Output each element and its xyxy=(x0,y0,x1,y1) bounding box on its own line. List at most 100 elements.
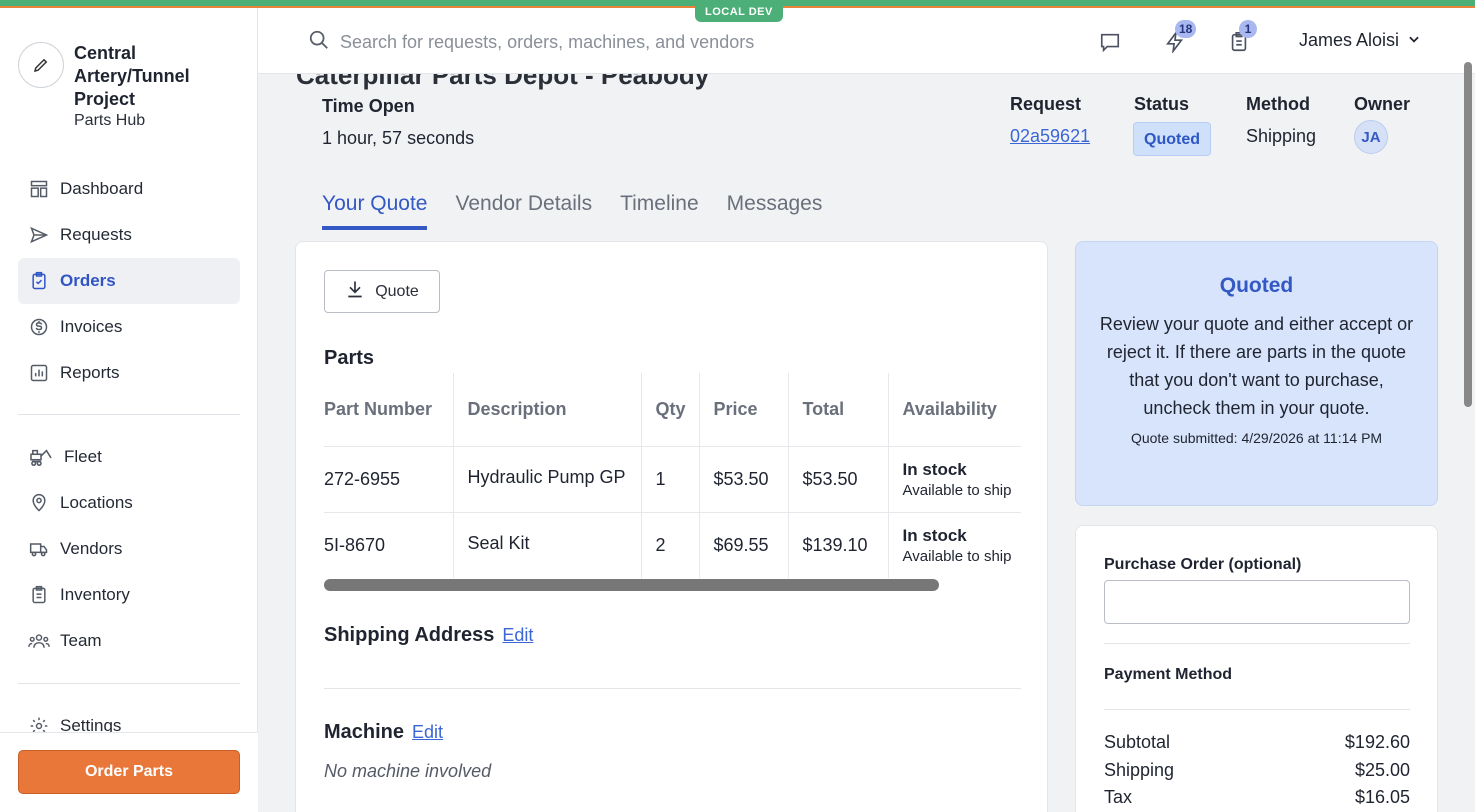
tab-timeline[interactable]: Timeline xyxy=(620,192,699,230)
part-total: $53.50 xyxy=(788,445,889,512)
tasks-icon[interactable]: 1 xyxy=(1227,20,1257,54)
search-bar xyxy=(308,29,1040,56)
method-label: Method xyxy=(1246,94,1310,114)
part-availability: In stock Available to ship xyxy=(888,445,1021,512)
quote-status-card: Quoted Review your quote and either acce… xyxy=(1075,241,1438,506)
team-icon xyxy=(28,630,50,652)
sidebar-item-inventory[interactable]: Inventory xyxy=(18,572,240,618)
search-input[interactable] xyxy=(340,32,1040,53)
time-open-label: Time Open xyxy=(322,96,415,116)
activity-count-badge: 18 xyxy=(1175,20,1197,38)
search-icon xyxy=(308,29,330,56)
edit-machine-link[interactable]: Edit xyxy=(412,722,443,742)
top-header: 18 1 James Aloisi xyxy=(258,8,1475,74)
pin-icon xyxy=(28,492,50,514)
tab-messages[interactable]: Messages xyxy=(727,192,823,230)
parts-title: Parts xyxy=(324,347,375,369)
sidebar-item-locations[interactable]: Locations xyxy=(18,480,240,526)
sidebar-item-dashboard[interactable]: Dashboard xyxy=(18,166,240,212)
tax-row: Tax $16.05 xyxy=(1104,787,1410,808)
owner-avatar[interactable]: JA xyxy=(1354,120,1388,154)
clipboard-check-icon xyxy=(28,270,50,292)
parts-table-wrap: Part Number Description Qty Price Total … xyxy=(324,373,1021,578)
nav-divider xyxy=(18,414,240,415)
sidebar-item-label: Fleet xyxy=(64,447,102,466)
sidebar-item-label: Inventory xyxy=(60,585,130,604)
tab-vendor-details[interactable]: Vendor Details xyxy=(455,192,592,230)
availability-note: Available to ship xyxy=(902,481,1012,499)
method-value: Shipping xyxy=(1246,126,1317,146)
tasks-count-badge: 1 xyxy=(1239,20,1257,38)
sidebar-item-reports[interactable]: Reports xyxy=(18,350,240,396)
part-qty: 2 xyxy=(641,511,700,578)
time-open-value: 1 hour, 57 seconds xyxy=(322,128,475,148)
availability-note: Available to ship xyxy=(902,547,1012,565)
edit-shipping-link[interactable]: Edit xyxy=(502,625,533,645)
part-price: $69.55 xyxy=(699,511,789,578)
shipping-label: Shipping xyxy=(1104,760,1175,780)
download-icon xyxy=(345,279,365,304)
machine-label: Machine xyxy=(324,721,405,743)
payment-method-label: Payment Method xyxy=(1104,666,1233,683)
column-header: Description xyxy=(453,373,642,446)
sidebar-item-team[interactable]: Team xyxy=(18,618,240,664)
status-card-body: Review your quote and either accept or r… xyxy=(1099,314,1414,418)
subtotal-value: $192.60 xyxy=(1344,732,1410,752)
subtotal-row: Subtotal $192.60 xyxy=(1104,732,1410,753)
table-header-row: Part Number Description Qty Price Total … xyxy=(324,373,1021,446)
sidebar-item-orders[interactable]: Orders xyxy=(18,258,240,304)
chevron-down-icon xyxy=(1407,30,1421,51)
user-name: James Aloisi xyxy=(1299,30,1400,50)
request-link[interactable]: 02a59621 xyxy=(1010,126,1090,147)
section-divider xyxy=(1104,709,1410,710)
quote-submitted-text: Quote submitted: 4/29/2026 at 11:14 PM xyxy=(1130,430,1383,446)
tab-your-quote[interactable]: Your Quote xyxy=(322,192,428,230)
sidebar-item-label: Locations xyxy=(60,493,133,512)
no-machine-text: No machine involved xyxy=(324,761,492,781)
user-menu[interactable]: James Aloisi xyxy=(1299,30,1421,51)
clipboard-icon xyxy=(28,584,50,606)
download-quote-button[interactable]: Quote xyxy=(324,270,440,313)
purchase-order-input[interactable] xyxy=(1104,580,1410,624)
primary-nav: Dashboard Requests Orders Invoices Repor… xyxy=(18,166,240,396)
send-icon xyxy=(28,224,50,246)
secondary-nav: Fleet Locations Vendors Inventory Team xyxy=(18,434,240,664)
org-subtitle: Parts Hub xyxy=(74,112,146,129)
part-number: 5I-8670 xyxy=(324,511,454,578)
tax-value: $16.05 xyxy=(1354,787,1410,807)
part-total: $139.10 xyxy=(788,511,889,578)
main-content: Caterpillar Parts Depot - Peabody Time O… xyxy=(258,74,1475,812)
download-quote-label: Quote xyxy=(375,282,419,300)
shipping-row: Shipping $25.00 xyxy=(1104,760,1410,781)
sidebar-item-vendors[interactable]: Vendors xyxy=(18,526,240,572)
tax-label: Tax xyxy=(1104,787,1133,807)
column-header: Availability xyxy=(902,398,997,419)
sidebar-item-invoices[interactable]: Invoices xyxy=(18,304,240,350)
table-horizontal-scrollbar[interactable] xyxy=(324,579,939,591)
messages-icon[interactable] xyxy=(1098,30,1122,54)
truck-icon xyxy=(28,538,50,560)
table-row[interactable]: 5I-8670 Seal Kit 2 $69.55 $139.10 In sto… xyxy=(324,511,1021,578)
order-parts-button[interactable]: Order Parts xyxy=(18,750,240,794)
sidebar-item-label: Invoices xyxy=(60,317,123,336)
sidebar-item-fleet[interactable]: Fleet xyxy=(18,434,240,480)
pencil-icon[interactable] xyxy=(18,42,64,88)
sidebar-item-label: Reports xyxy=(60,363,120,382)
chart-icon xyxy=(28,362,50,384)
sidebar-item-requests[interactable]: Requests xyxy=(18,212,240,258)
availability-status: In stock xyxy=(902,459,967,479)
payment-card: Purchase Order (optional) Payment Method… xyxy=(1075,525,1438,812)
column-header: Total xyxy=(788,373,889,446)
part-qty: 1 xyxy=(641,445,700,512)
activity-icon[interactable]: 18 xyxy=(1163,20,1197,54)
tab-bar: Your Quote Vendor Details Timeline Messa… xyxy=(322,192,850,230)
quote-card: Quote Parts Part Number Description Qty … xyxy=(295,241,1048,812)
page-vertical-scrollbar[interactable] xyxy=(1464,62,1472,407)
part-number: 272-6955 xyxy=(324,445,454,512)
shipping-address-label: Shipping Address xyxy=(324,624,495,646)
column-header: Price xyxy=(699,373,789,446)
section-divider xyxy=(1104,643,1410,644)
purchase-order-label: Purchase Order (optional) xyxy=(1104,556,1302,573)
table-row[interactable]: 272-6955 Hydraulic Pump GP 1 $53.50 $53.… xyxy=(324,445,1021,512)
subtotal-label: Subtotal xyxy=(1104,732,1171,752)
